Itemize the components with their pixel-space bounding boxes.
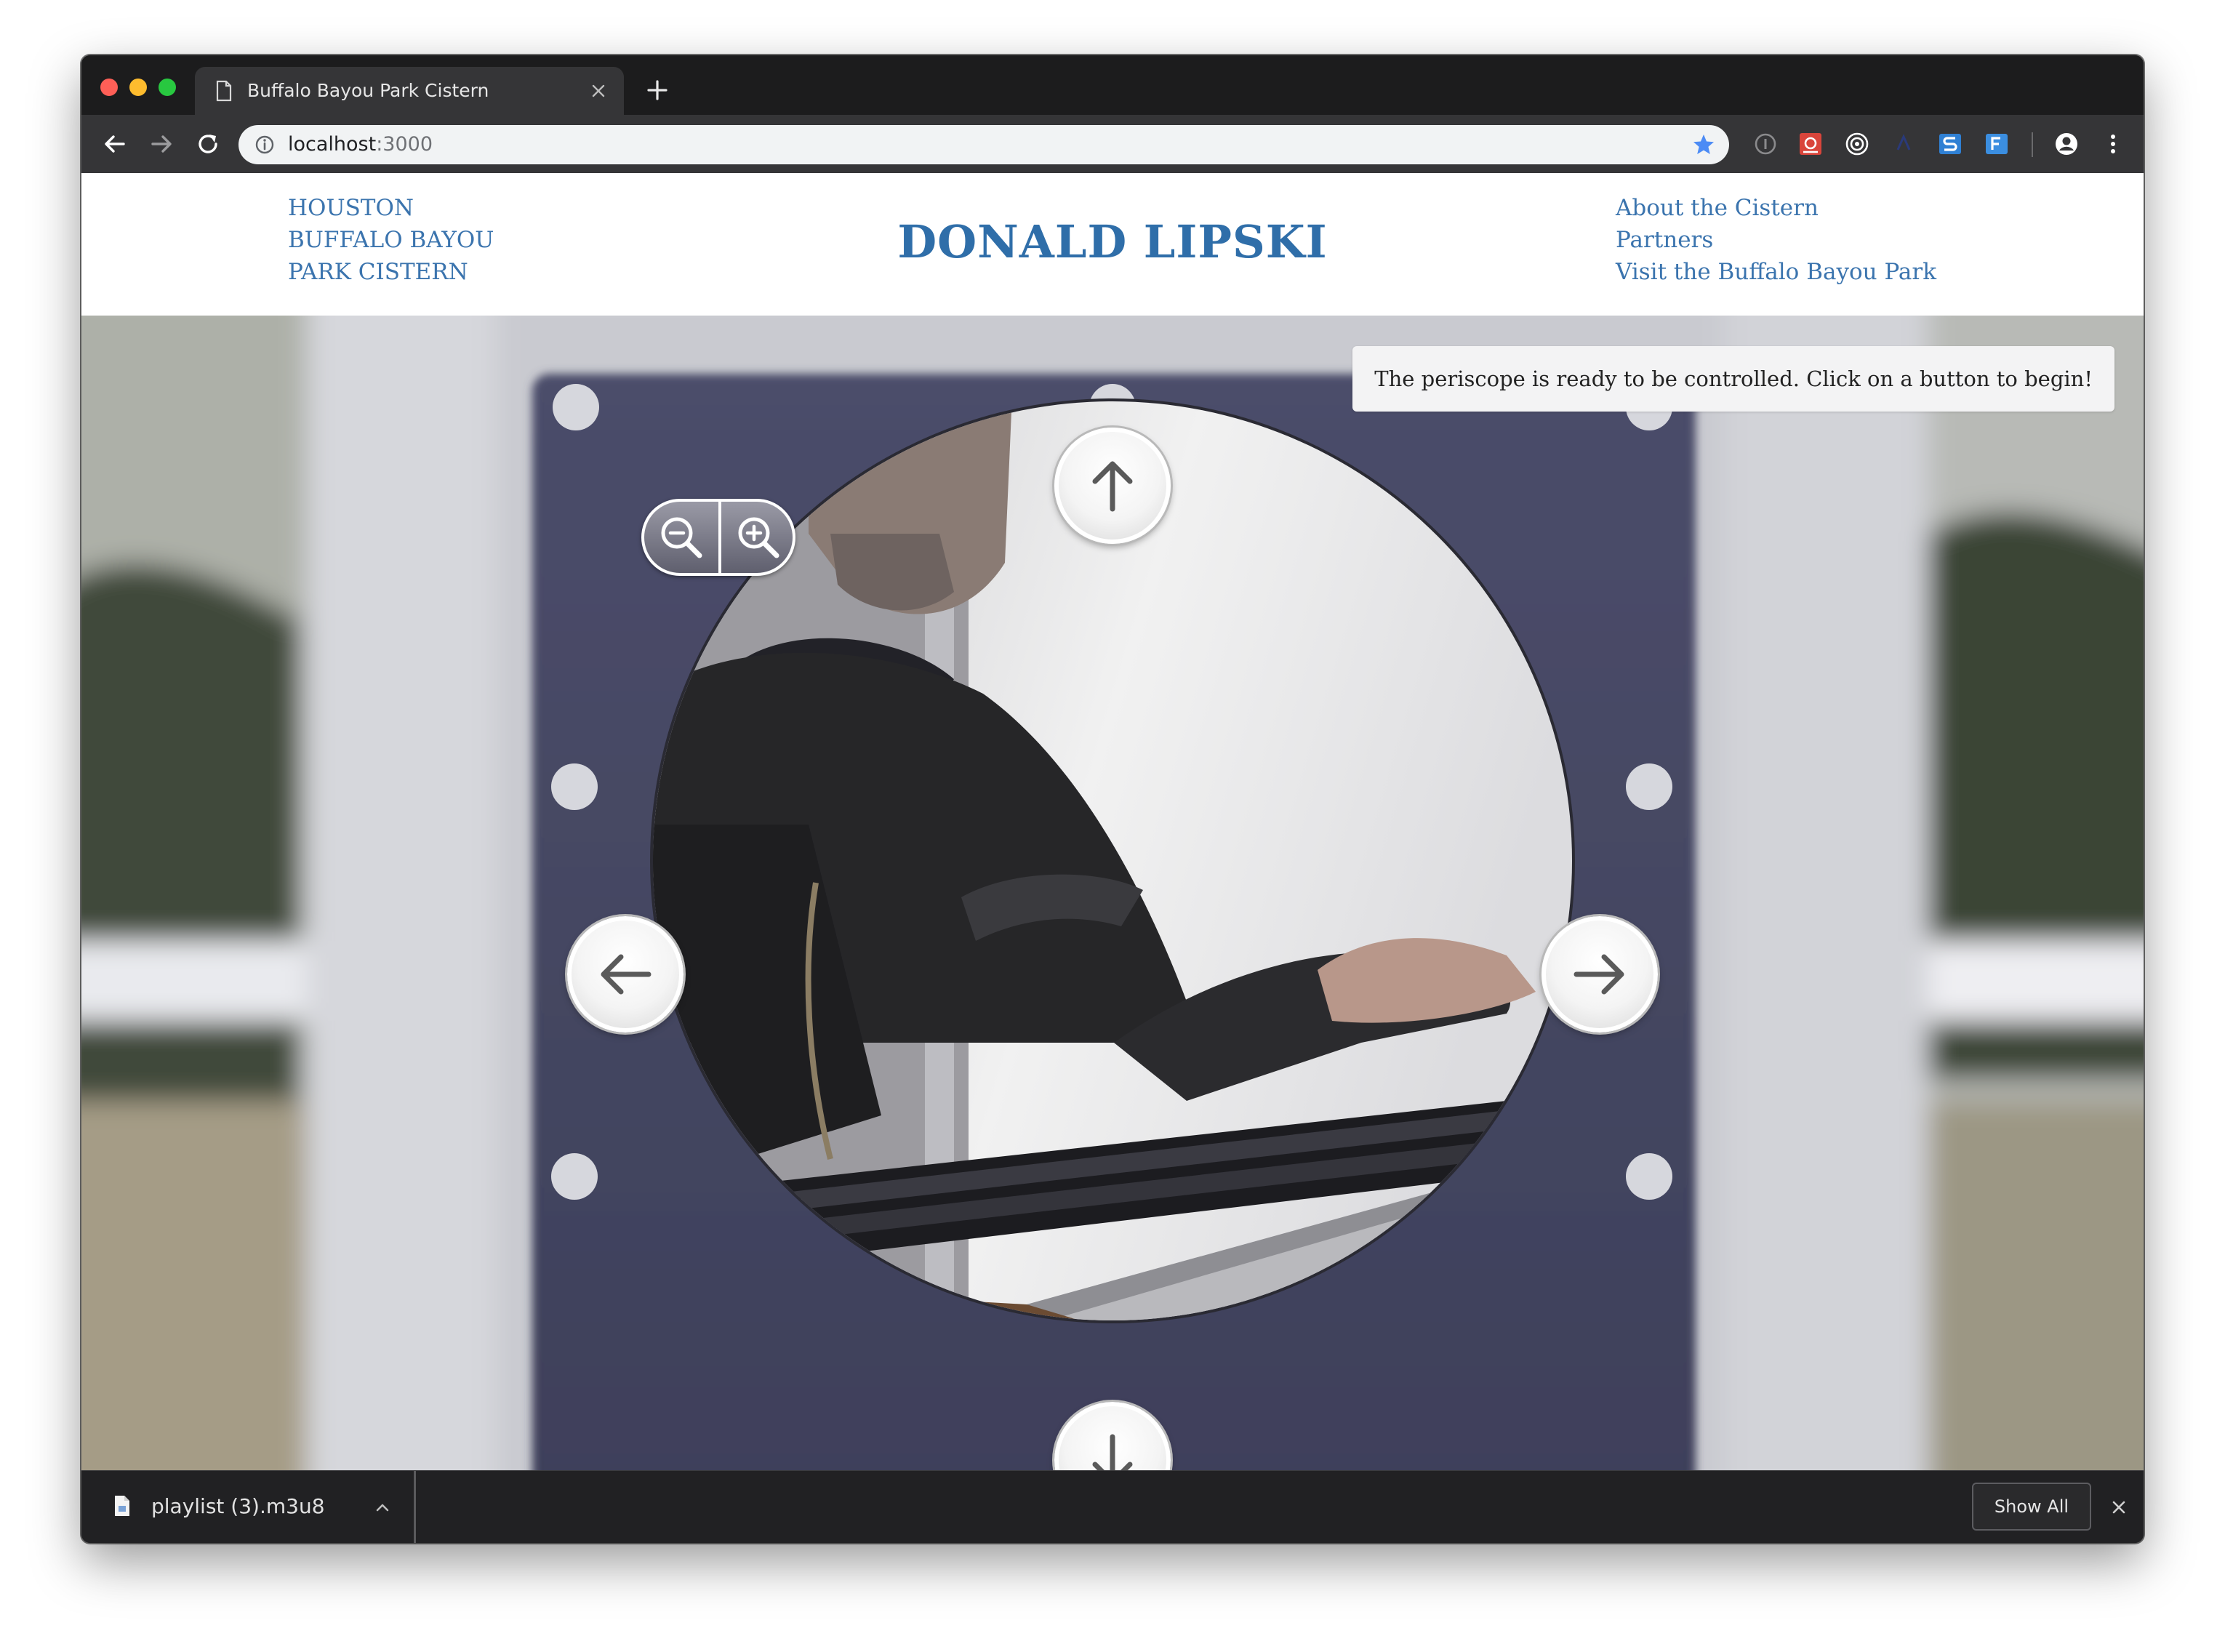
zoom-out-icon [661, 517, 702, 558]
site-header: HOUSTON BUFFALO BAYOU PARK CISTERN DONAL… [81, 173, 2144, 316]
zoom-in-icon [738, 517, 779, 558]
show-all-button[interactable]: Show All [1972, 1483, 2091, 1531]
blue-s-extension-icon[interactable] [1936, 129, 1965, 159]
download-shelf: playlist (3).m3u8 Show All [81, 1470, 2144, 1543]
menu-dots-icon[interactable] [2098, 129, 2128, 159]
blue-f-extension-icon[interactable] [1982, 129, 2011, 159]
url-text: localhost:3000 [288, 133, 433, 156]
password-extension-icon[interactable] [1751, 129, 1780, 159]
document-icon [216, 80, 232, 102]
forward-arrow-icon[interactable] [147, 129, 176, 159]
download-file-name: playlist (3).m3u8 [151, 1494, 325, 1518]
web-page: HOUSTON BUFFALO BAYOU PARK CISTERN DONAL… [81, 173, 2144, 1470]
move-left-button[interactable] [567, 916, 683, 1032]
url-port: :3000 [376, 133, 433, 156]
arrow-right-icon [1573, 954, 1624, 995]
visit-park-link[interactable]: Visit the Buffalo Bayou Park [1616, 256, 1936, 288]
about-cistern-link[interactable]: About the Cistern [1616, 192, 1936, 224]
periscope-status-message: The periscope is ready to be controlled.… [1352, 346, 2114, 412]
toolbar-separator [2032, 132, 2033, 157]
browser-toolbar: localhost:3000 [81, 115, 2144, 173]
zoom-out-button[interactable] [644, 502, 718, 573]
file-icon [115, 1496, 129, 1516]
arrow-left-icon [601, 954, 652, 995]
move-up-button[interactable] [1054, 428, 1171, 544]
close-icon[interactable] [2110, 1499, 2128, 1516]
chevron-up-icon[interactable] [374, 1499, 391, 1516]
zoom-controls [641, 499, 795, 576]
window-minimize-button[interactable] [129, 79, 147, 96]
tab-title: Buffalo Bayou Park Cistern [247, 80, 489, 101]
window-zoom-button[interactable] [159, 79, 176, 96]
move-right-button[interactable] [1542, 916, 1658, 1032]
browser-window: Buffalo Bayou Park Cistern localhost:300… [81, 55, 2144, 1543]
header-right-links: About the Cistern Partners Visit the Buf… [1616, 192, 1936, 288]
arrow-down-icon [1092, 1434, 1133, 1470]
reload-icon[interactable] [193, 129, 222, 159]
address-bar[interactable]: localhost:3000 [238, 125, 1729, 164]
arrow-up-icon [1092, 461, 1133, 512]
partners-link[interactable]: Partners [1616, 224, 1936, 256]
star-icon[interactable] [1691, 132, 1716, 157]
periscope-stage: The periscope is ready to be controlled.… [81, 316, 2144, 1470]
back-arrow-icon[interactable] [100, 129, 129, 159]
zoom-in-button[interactable] [718, 502, 793, 573]
red-extension-icon[interactable] [1796, 129, 1825, 159]
download-item[interactable]: playlist (3).m3u8 [81, 1471, 416, 1543]
dark-extension-icon[interactable] [1889, 129, 1918, 159]
browser-tab[interactable]: Buffalo Bayou Park Cistern [195, 67, 624, 115]
plus-icon[interactable] [644, 77, 670, 103]
url-host: localhost [288, 133, 377, 156]
profile-icon[interactable] [2052, 129, 2081, 159]
tab-strip: Buffalo Bayou Park Cistern [81, 55, 2144, 115]
target-extension-icon[interactable] [1843, 129, 1872, 159]
close-icon[interactable] [590, 83, 606, 99]
info-icon[interactable] [254, 135, 275, 155]
window-close-button[interactable] [100, 79, 118, 96]
